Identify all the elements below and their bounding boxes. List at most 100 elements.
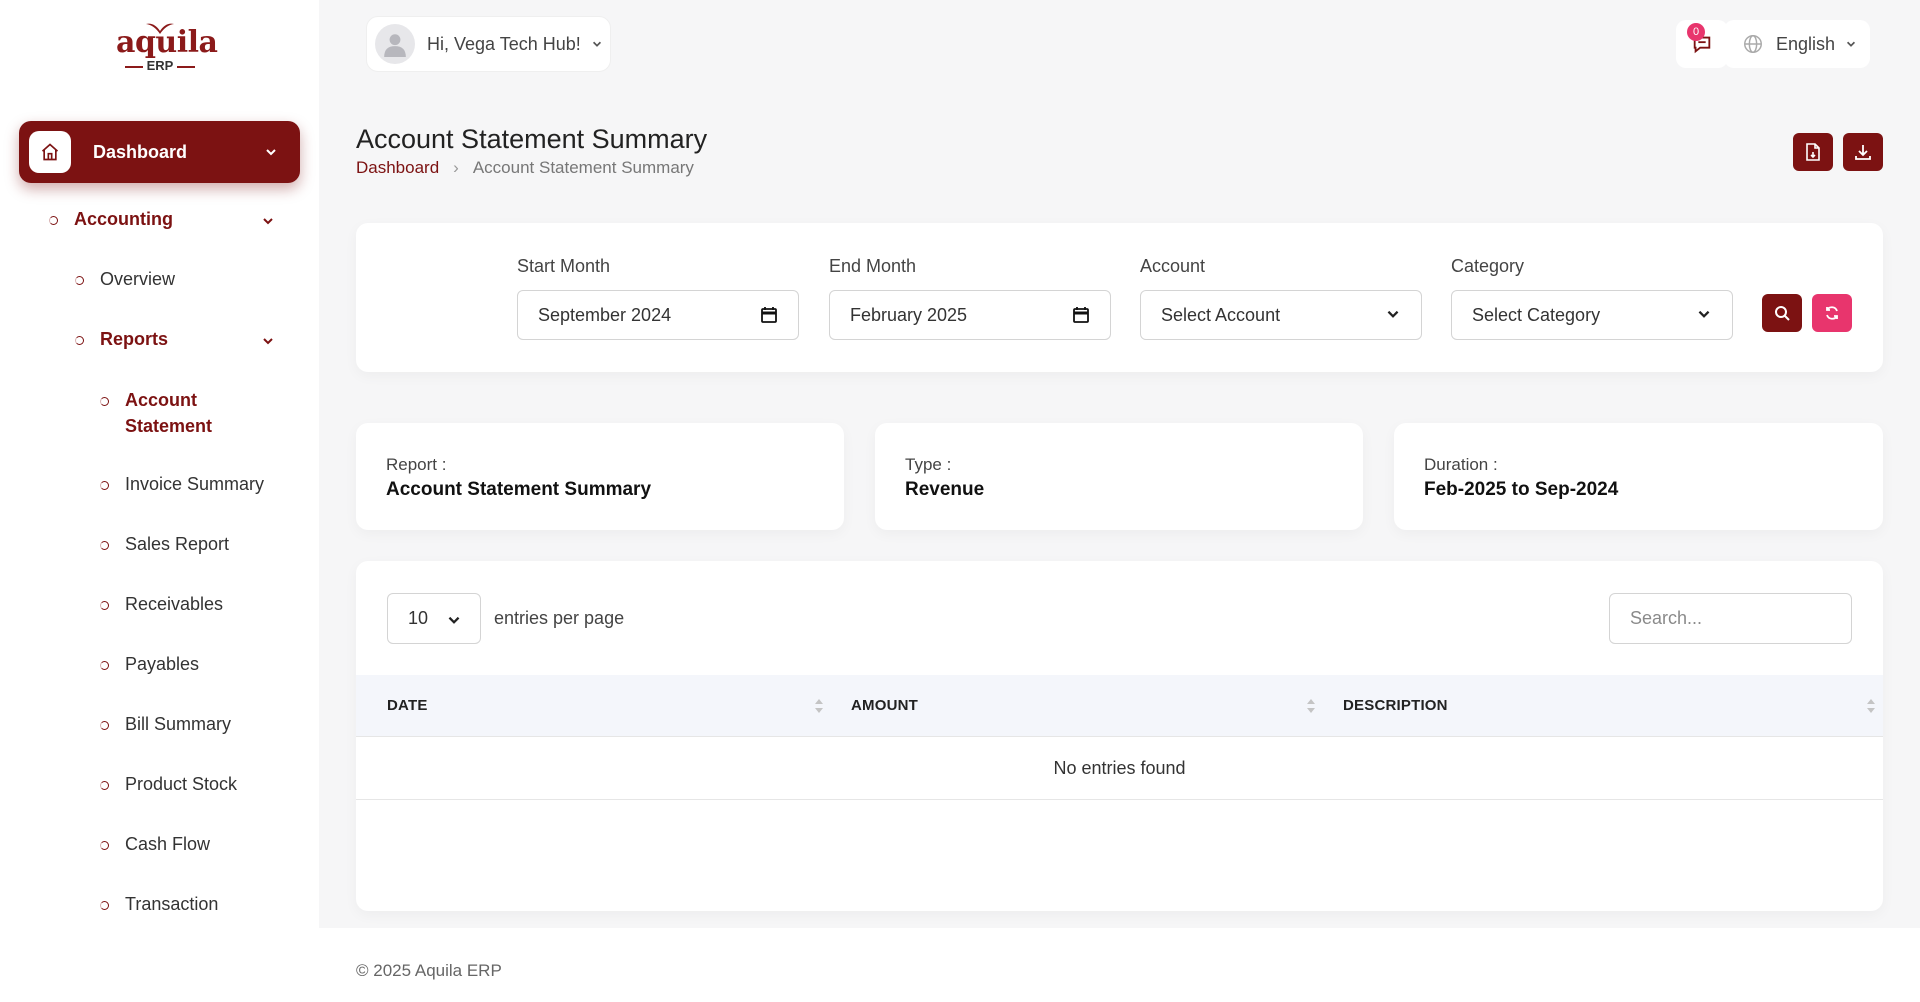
bullet-icon xyxy=(100,901,109,910)
bullet-icon xyxy=(75,276,84,285)
account-label: Account xyxy=(1140,256,1206,276)
chevron-down-icon xyxy=(263,338,273,345)
sidebar-item-accounting[interactable]: Accounting xyxy=(49,209,279,232)
start-month-label: Start Month xyxy=(517,256,611,276)
globe-icon xyxy=(1744,35,1762,53)
search-button[interactable] xyxy=(1762,294,1802,332)
sidebar-item-cash-flow[interactable]: Cash Flow xyxy=(100,834,210,857)
sort-icon[interactable] xyxy=(814,697,824,715)
chevron-down-icon xyxy=(1847,41,1856,47)
language-selector[interactable]: English xyxy=(1724,20,1870,68)
sidebar-item-sales-report[interactable]: Sales Report xyxy=(100,534,229,557)
logo-bird-icon xyxy=(146,23,174,34)
user-menu-button[interactable]: Hi, Vega Tech Hub! xyxy=(366,16,611,72)
entries-per-page-select[interactable]: 10 xyxy=(387,593,481,644)
download-button[interactable] xyxy=(1843,133,1883,171)
sidebar-item-overview[interactable]: Overview xyxy=(75,269,175,292)
breadcrumb: Dashboard › Account Statement Summary xyxy=(356,158,694,178)
entries-per-page-label: entries per page xyxy=(494,608,625,628)
account-select[interactable]: Select Account xyxy=(1140,290,1422,340)
sidebar-item-label: Transaction xyxy=(125,894,219,914)
duration-label: Duration : xyxy=(1424,455,1498,474)
bullet-icon xyxy=(100,661,109,670)
bullet-icon xyxy=(75,336,84,345)
table-search-input[interactable] xyxy=(1609,593,1852,644)
bullet-icon xyxy=(100,721,109,730)
report-summary-card: Report : Account Statement Summary xyxy=(356,423,844,530)
chevron-down-icon xyxy=(1387,310,1399,318)
breadcrumb-dashboard-link[interactable]: Dashboard xyxy=(356,158,439,178)
sidebar-item-label: Bill Summary xyxy=(125,714,232,734)
sidebar-item-label: Dashboard xyxy=(93,141,188,162)
app-logo[interactable]: aquila ERP xyxy=(116,20,218,78)
category-select[interactable]: Select Category xyxy=(1451,290,1733,340)
sidebar-item-product-stock[interactable]: Product Stock xyxy=(100,774,237,797)
type-summary-card: Type : Revenue xyxy=(875,423,1363,530)
sidebar-item-label: Accounting xyxy=(74,209,173,229)
report-label: Report : xyxy=(386,455,447,474)
footer: © 2025 Aquila ERP xyxy=(0,928,1920,1002)
category-select-value: Select Category xyxy=(1472,304,1601,325)
sort-icon[interactable] xyxy=(1306,697,1316,715)
column-header-date[interactable]: DATE xyxy=(387,697,428,714)
export-pdf-button[interactable] xyxy=(1793,133,1833,171)
column-header-amount[interactable]: AMOUNT xyxy=(851,697,918,714)
sidebar-item-bill-summary[interactable]: Bill Summary xyxy=(100,714,231,737)
sidebar-item-label: Reports xyxy=(100,329,169,349)
sidebar-item-label: Invoice Summary xyxy=(125,474,265,494)
column-header-description[interactable]: DESCRIPTION xyxy=(1343,697,1448,714)
bullet-icon xyxy=(100,601,109,610)
sidebar-item-label: Cash Flow xyxy=(125,834,211,854)
chevron-down-icon xyxy=(1698,310,1710,318)
report-value: Account Statement Summary xyxy=(386,479,652,500)
chevron-down-icon xyxy=(448,616,460,624)
bullet-icon xyxy=(100,841,109,850)
sidebar-item-transaction[interactable]: Transaction xyxy=(100,894,218,917)
sidebar-item-dashboard[interactable]: Dashboard xyxy=(19,121,300,183)
end-month-input[interactable]: February 2025 xyxy=(829,290,1111,340)
entries-per-page-value: 10 xyxy=(408,608,429,628)
start-month-value: September 2024 xyxy=(538,304,672,325)
category-label: Category xyxy=(1451,256,1525,276)
page-title: Account Statement Summary xyxy=(356,124,708,154)
sidebar-item-receivables[interactable]: Receivables xyxy=(100,594,223,617)
file-icon xyxy=(1806,143,1820,161)
sidebar: aquila ERP Dashboard Accounting Overview… xyxy=(0,0,319,928)
sidebar-item-reports[interactable]: Reports xyxy=(75,329,279,352)
chevron-down-icon xyxy=(266,149,276,156)
sidebar-item-label: Receivables xyxy=(125,594,224,614)
filter-card: Start Month September 2024 End Month Feb… xyxy=(356,223,1883,372)
sort-icon[interactable] xyxy=(1866,697,1876,715)
reset-button[interactable] xyxy=(1812,294,1852,332)
duration-summary-card: Duration : Feb-2025 to Sep-2024 xyxy=(1394,423,1883,530)
language-label: English xyxy=(1776,33,1836,54)
user-greeting: Hi, Vega Tech Hub! xyxy=(427,33,581,54)
calendar-icon xyxy=(1073,307,1089,323)
breadcrumb-separator-icon: › xyxy=(453,158,459,177)
duration-value: Feb-2025 to Sep-2024 xyxy=(1424,479,1619,500)
sidebar-item-label: Sales Report xyxy=(125,534,230,554)
footer-copyright: © 2025 Aquila ERP xyxy=(356,961,502,980)
type-value: Revenue xyxy=(905,479,985,500)
sidebar-item-invoice-summary[interactable]: Invoice Summary xyxy=(100,474,264,497)
bullet-icon xyxy=(100,481,109,490)
logo-subtitle: ERP xyxy=(146,58,174,73)
avatar xyxy=(375,24,415,64)
bullet-icon xyxy=(100,541,109,550)
calendar-icon xyxy=(761,307,777,323)
sidebar-item-payables[interactable]: Payables xyxy=(100,654,199,677)
bullet-icon xyxy=(49,216,58,225)
sidebar-item-label: Product Stock xyxy=(125,774,238,794)
table-empty-row: No entries found xyxy=(356,737,1883,800)
chevron-down-icon xyxy=(592,41,601,47)
table-header: DATE AMOUNT DESCRIPTION xyxy=(356,675,1883,737)
search-icon xyxy=(1775,306,1790,321)
notification-count-badge: 0 xyxy=(1687,23,1705,41)
start-month-input[interactable]: September 2024 xyxy=(517,290,799,340)
bullet-icon xyxy=(100,397,109,406)
sidebar-item-account-statement[interactable]: Account Statement xyxy=(100,390,250,439)
download-icon xyxy=(1855,145,1871,160)
chevron-down-icon xyxy=(263,218,273,225)
type-label: Type : xyxy=(905,455,952,474)
end-month-value: February 2025 xyxy=(850,304,968,325)
